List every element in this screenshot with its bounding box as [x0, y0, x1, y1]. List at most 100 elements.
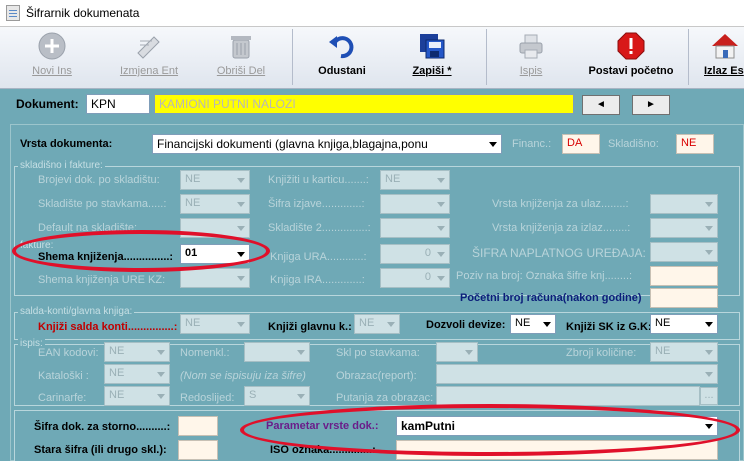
knjizi-sk-label: Knjiži salda konti...............: — [38, 321, 178, 333]
toolbar-separator — [486, 29, 487, 85]
exit-button[interactable]: Izlaz Es — [700, 29, 744, 85]
carinski-select[interactable]: NE — [104, 386, 170, 406]
trash-icon — [231, 36, 251, 59]
pocetni-label: Početni broj računa(nakon godine) — [460, 292, 642, 304]
financ-label: Financ.: — [512, 138, 552, 150]
knjizi-sk-select[interactable]: NE — [180, 314, 250, 334]
new-button[interactable]: Novi Ins — [24, 29, 80, 85]
vrsta-izlaz-label: Vrsta knjiženja za izlaz........: — [492, 222, 631, 234]
chevron-down-icon — [543, 322, 551, 327]
save-button[interactable]: Zapiši * — [400, 29, 464, 85]
obrazac-select[interactable] — [436, 364, 718, 384]
stop-icon — [617, 32, 645, 60]
naplatni-select[interactable] — [650, 242, 718, 262]
chevron-down-icon — [157, 394, 165, 399]
carinski-label: Carinarfe: — [38, 392, 87, 404]
skl-select[interactable] — [436, 342, 478, 362]
stara-field[interactable] — [178, 440, 218, 460]
chevron-down-icon — [437, 226, 445, 231]
undo-icon — [329, 36, 354, 59]
default-label: Default na skladište: — [38, 222, 138, 234]
chevron-down-icon — [157, 350, 165, 355]
chevron-down-icon — [705, 424, 713, 429]
chevron-down-icon — [705, 372, 713, 377]
default-select[interactable] — [180, 218, 250, 238]
chevron-down-icon — [237, 252, 245, 257]
financ-value: DA — [562, 134, 600, 154]
skladisno-value: NE — [676, 134, 714, 154]
chevron-down-icon — [237, 322, 245, 327]
document-name-field[interactable]: KAMIONI PUTNI NALOZI — [154, 94, 574, 114]
chevron-down-icon — [237, 178, 245, 183]
shema-ure-label: Shema knjiženja URE KZ: — [38, 274, 166, 286]
ean-select[interactable]: NE — [104, 342, 170, 362]
storno-field[interactable] — [178, 416, 218, 436]
delete-button[interactable]: Obriši Del — [208, 29, 274, 85]
chevron-down-icon — [237, 276, 245, 281]
sifra-izjave-label: Šifra izjave.............: — [268, 198, 365, 210]
print-icon — [519, 34, 543, 59]
pocetni-field[interactable] — [650, 288, 718, 308]
browse-button[interactable]: ... — [700, 387, 718, 405]
ean-label: EAN kodovi: — [38, 347, 99, 359]
skladiste-select[interactable]: NE — [180, 194, 250, 214]
redoslijed-label: Redoslijed: — [180, 392, 235, 404]
ledger-section-title: salda-konti/glavna knjiga: — [18, 306, 135, 317]
chevron-down-icon — [437, 252, 445, 257]
skladiste2-label: Skladište 2...............: — [268, 222, 371, 234]
home-icon — [712, 34, 738, 59]
skladiste2-select[interactable] — [380, 218, 450, 238]
zbroji-select[interactable]: NE — [650, 342, 718, 362]
knjiga-ura-label: Knjiga URA............: — [270, 251, 367, 263]
chevron-down-icon — [489, 142, 497, 147]
knjiga-ira-select[interactable]: 0 — [380, 268, 450, 288]
edit-icon — [137, 36, 160, 59]
cancel-button[interactable]: Odustani — [310, 29, 374, 85]
chevron-down-icon — [297, 350, 305, 355]
window-title: Šifrarnik dokumenata — [26, 6, 140, 20]
document-type-select[interactable]: Financijski dokumenti (glavna knjiga,bla… — [152, 134, 502, 154]
knjizi-gk-select[interactable]: NE — [354, 314, 400, 334]
dozvoli-label: Dozvoli devize: — [426, 319, 506, 331]
chevron-down-icon — [437, 178, 445, 183]
iso-field[interactable] — [396, 440, 718, 460]
parametar-select[interactable]: kamPutni — [396, 416, 718, 436]
chevron-down-icon — [705, 202, 713, 207]
sifra-izjave-select[interactable] — [380, 194, 450, 214]
chevron-down-icon — [705, 350, 713, 355]
document-code-field[interactable]: KPN — [86, 94, 150, 114]
chevron-down-icon — [157, 372, 165, 377]
reset-button[interactable]: Postavi početno — [584, 29, 678, 85]
shema-select[interactable]: 01 — [180, 244, 250, 264]
warehouse-section-title: skladišno i fakture: — [18, 160, 105, 171]
redoslijed-select[interactable]: S — [244, 386, 310, 406]
shema-ure-select[interactable] — [180, 268, 250, 288]
dozvoli-select[interactable]: NE — [510, 314, 556, 334]
toolbar-separator — [292, 29, 293, 85]
sk-gk-label: Knjiži SK iz G.K: — [566, 321, 652, 333]
knjiziti-select[interactable]: NE — [380, 170, 450, 190]
edit-button[interactable]: Izmjena Ent — [114, 29, 184, 85]
sk-gk-select[interactable]: NE — [650, 314, 718, 334]
app-icon — [6, 5, 20, 21]
print-button[interactable]: Ispis — [506, 29, 556, 85]
storno-label: Šifra dok. za storno..........: — [34, 421, 171, 433]
vrsta-izlaz-select[interactable] — [650, 218, 718, 238]
previous-button[interactable]: ◄ — [582, 95, 620, 115]
nomenkl-label: Nomenkl.: — [180, 347, 230, 359]
putanja-label: Putanja za obrazac: — [336, 392, 434, 404]
chevron-down-icon — [705, 322, 713, 327]
next-button[interactable]: ► — [632, 95, 670, 115]
knjiga-ura-select[interactable]: 0 — [380, 244, 450, 264]
nomenkl-select[interactable] — [244, 342, 310, 362]
poziv-field[interactable] — [650, 266, 718, 286]
brojevi-select[interactable]: NE — [180, 170, 250, 190]
vrsta-ulaz-select[interactable] — [650, 194, 718, 214]
naplatni-label: ŠIFRA NAPLATNOG UREĐAJA: — [472, 246, 646, 260]
katalog-select[interactable]: NE — [104, 364, 170, 384]
putanja-field[interactable] — [436, 386, 700, 406]
stara-label: Stara šifra (ili drugo skl.): — [34, 444, 167, 456]
chevron-down-icon — [237, 202, 245, 207]
chevron-down-icon — [437, 202, 445, 207]
skladiste-label: Skladište po stavkama.....: — [38, 198, 167, 210]
